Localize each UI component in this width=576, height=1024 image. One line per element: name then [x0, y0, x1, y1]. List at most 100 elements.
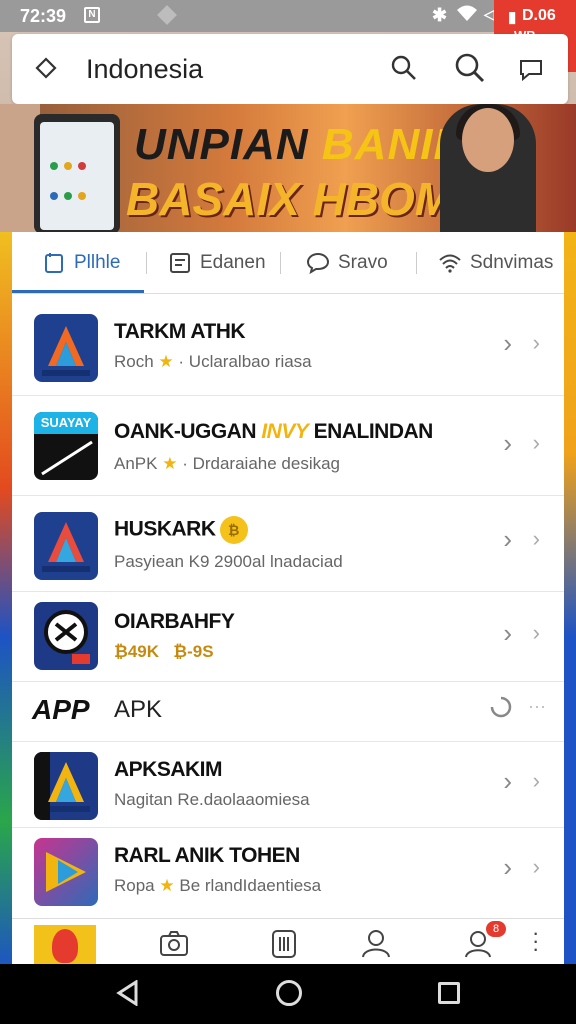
- list-item[interactable]: OIARBAHFY ₿49K ₿-9S › ›: [12, 592, 564, 682]
- clipboard-nav-icon[interactable]: [268, 927, 300, 959]
- app-name: OANK-UGGAN INVY ENALINDAN: [114, 420, 433, 444]
- bluetooth-icon: ✱: [432, 5, 448, 25]
- flame-icon: [52, 929, 78, 963]
- top-search-bar: Indonesia: [12, 34, 568, 104]
- system-navigation-bar: [0, 964, 576, 1024]
- bottom-navigation: 8 · · ·: [12, 918, 564, 967]
- active-tab-indicator: [12, 290, 144, 293]
- list-item[interactable]: SUAYAY OANK-UGGAN INVY ENALINDAN AnPK ★ …: [12, 396, 564, 496]
- app-tags: ₿49K ₿-9S: [114, 642, 214, 662]
- camera-icon[interactable]: [158, 927, 190, 959]
- app-logo: APP: [32, 694, 90, 725]
- app-subtitle-b: · Uclaralbao riasa: [178, 352, 312, 371]
- list-item[interactable]: TARKM ATHK Roch ★ · Uclaralbao riasa › ›: [12, 296, 564, 396]
- chevron-right-icon[interactable]: ›: [503, 328, 512, 359]
- recents-icon[interactable]: [438, 982, 460, 1004]
- wifi-icon: [439, 254, 461, 273]
- more-dots-icon[interactable]: ···: [528, 696, 546, 717]
- tab-sravo[interactable]: Sravo: [306, 232, 388, 294]
- profile-icon[interactable]: [360, 927, 392, 959]
- app-subtitle: Nagitan Re.daolaaomiesa: [114, 790, 310, 809]
- loading-spinner-icon: [490, 696, 512, 718]
- list-item[interactable]: APKSAKIM Nagitan Re.daolaaomiesa › ›: [12, 742, 564, 828]
- more-chevron-icon[interactable]: ›: [533, 620, 540, 646]
- banner-person-face: [462, 108, 514, 172]
- app-name-text: HUSKARK: [114, 517, 216, 541]
- tab-edanen[interactable]: Edanen: [168, 232, 266, 294]
- app-subtitle: Roch ★ · Uclaralbao riasa: [114, 352, 312, 372]
- app-name-b: ENALINDAN: [308, 420, 434, 443]
- tab-sdnvimas[interactable]: Sdnvimas: [438, 232, 553, 294]
- notification-badge: 8: [486, 921, 506, 937]
- list-item[interactable]: RARL ANIK TOHEN Ropa ★ Be rlandIdaenties…: [12, 828, 564, 918]
- search-icon[interactable]: [390, 54, 418, 82]
- app-subtitle-a: Ropa: [114, 876, 155, 895]
- app-name: APK: [114, 696, 163, 723]
- chevron-right-icon[interactable]: ›: [503, 618, 512, 649]
- status-bar: 72:39 N ✱ ◁: [0, 0, 576, 32]
- list-item[interactable]: APP APK ···: [12, 682, 564, 742]
- app-subtitle: Pasyiean K9 2900al lnadaciad: [114, 552, 343, 571]
- app-subtitle-b: Be rlandIdaentiesa: [179, 876, 322, 895]
- app-name: APKSAKIM: [114, 758, 223, 781]
- app-subtitle-a: AnPK: [114, 454, 158, 473]
- app-icon: [34, 752, 98, 820]
- battery-text: D.06: [522, 7, 556, 24]
- app-name: TARKM ATHK: [114, 320, 246, 343]
- app-name-highlight: INVY: [261, 420, 309, 443]
- decorative-right-band: [562, 230, 576, 970]
- app-icon: [34, 838, 98, 906]
- coin-badge: ₿: [219, 516, 248, 544]
- back-icon[interactable]: [116, 980, 140, 1006]
- tab-divider: [280, 252, 281, 274]
- search-alt-icon[interactable]: [454, 52, 486, 84]
- app-name: RARL ANIK TOHEN: [114, 844, 300, 867]
- list-item[interactable]: HUSKARK ₿ Pasyiean K9 2900al lnadaciad › …: [12, 496, 564, 592]
- chevron-right-icon[interactable]: ›: [503, 852, 512, 883]
- app-subtitle: AnPK ★ · Drdaraiahe desikag: [114, 454, 340, 474]
- star-icon: ★: [159, 876, 175, 895]
- nav-home-button[interactable]: [34, 925, 96, 967]
- tab-bar: Pllhle Edanen Sravo Sdnvimas: [12, 232, 564, 294]
- more-vertical-icon[interactable]: · · ·: [532, 922, 539, 960]
- tab-label: Edanen: [200, 252, 266, 273]
- app-name: OIARBAHFY: [114, 610, 235, 633]
- chevron-right-icon[interactable]: ›: [503, 524, 512, 555]
- app-name-a: OANK-UGGAN: [114, 420, 262, 443]
- app-icon: SUAYAY: [34, 412, 98, 480]
- chevron-right-icon[interactable]: ›: [503, 428, 512, 459]
- chevron-right-icon[interactable]: ›: [503, 766, 512, 797]
- star-icon: ★: [162, 454, 178, 473]
- tab-label: Sdnvimas: [470, 252, 554, 273]
- app-tag: ₿-9S: [173, 642, 214, 661]
- more-chevron-icon[interactable]: ›: [533, 330, 540, 356]
- clipboard-icon: [45, 253, 63, 273]
- tab-divider: [146, 252, 147, 274]
- tab-divider: [416, 252, 417, 274]
- tab-label: Sravo: [338, 252, 388, 273]
- home-button-icon[interactable]: [276, 980, 302, 1006]
- banner-tablet-screen: [40, 122, 114, 230]
- more-chevron-icon[interactable]: ›: [533, 768, 540, 794]
- app-subtitle: Ropa ★ Be rlandIdaentiesa: [114, 876, 321, 896]
- wifi-icon: [456, 4, 478, 27]
- status-time: 72:39: [20, 6, 67, 26]
- app-icon: [34, 512, 98, 580]
- more-chevron-icon[interactable]: ›: [533, 430, 540, 456]
- chat-icon[interactable]: [518, 56, 544, 82]
- app-icon: [34, 314, 98, 382]
- app-name: HUSKARK ₿: [114, 516, 248, 544]
- home-outline-icon[interactable]: [34, 56, 58, 80]
- app-list-card: Pllhle Edanen Sravo Sdnvimas TARKM ATHK …: [12, 232, 564, 918]
- more-chevron-icon[interactable]: ›: [533, 526, 540, 552]
- page-title: Indonesia: [86, 54, 204, 84]
- tab-label: Pllhle: [74, 252, 121, 273]
- more-chevron-icon[interactable]: ›: [533, 854, 540, 880]
- star-icon: ★: [158, 352, 174, 371]
- signal-diamond-icon: [157, 5, 177, 25]
- promo-banner[interactable]: UNPIAN BANID BASAIX HBOMAN: [0, 104, 576, 232]
- app-tag: ₿49K: [114, 642, 160, 661]
- sim-icon: N: [84, 7, 100, 23]
- tab-pllhle[interactable]: Pllhle: [42, 232, 120, 294]
- app-icon: [34, 602, 98, 670]
